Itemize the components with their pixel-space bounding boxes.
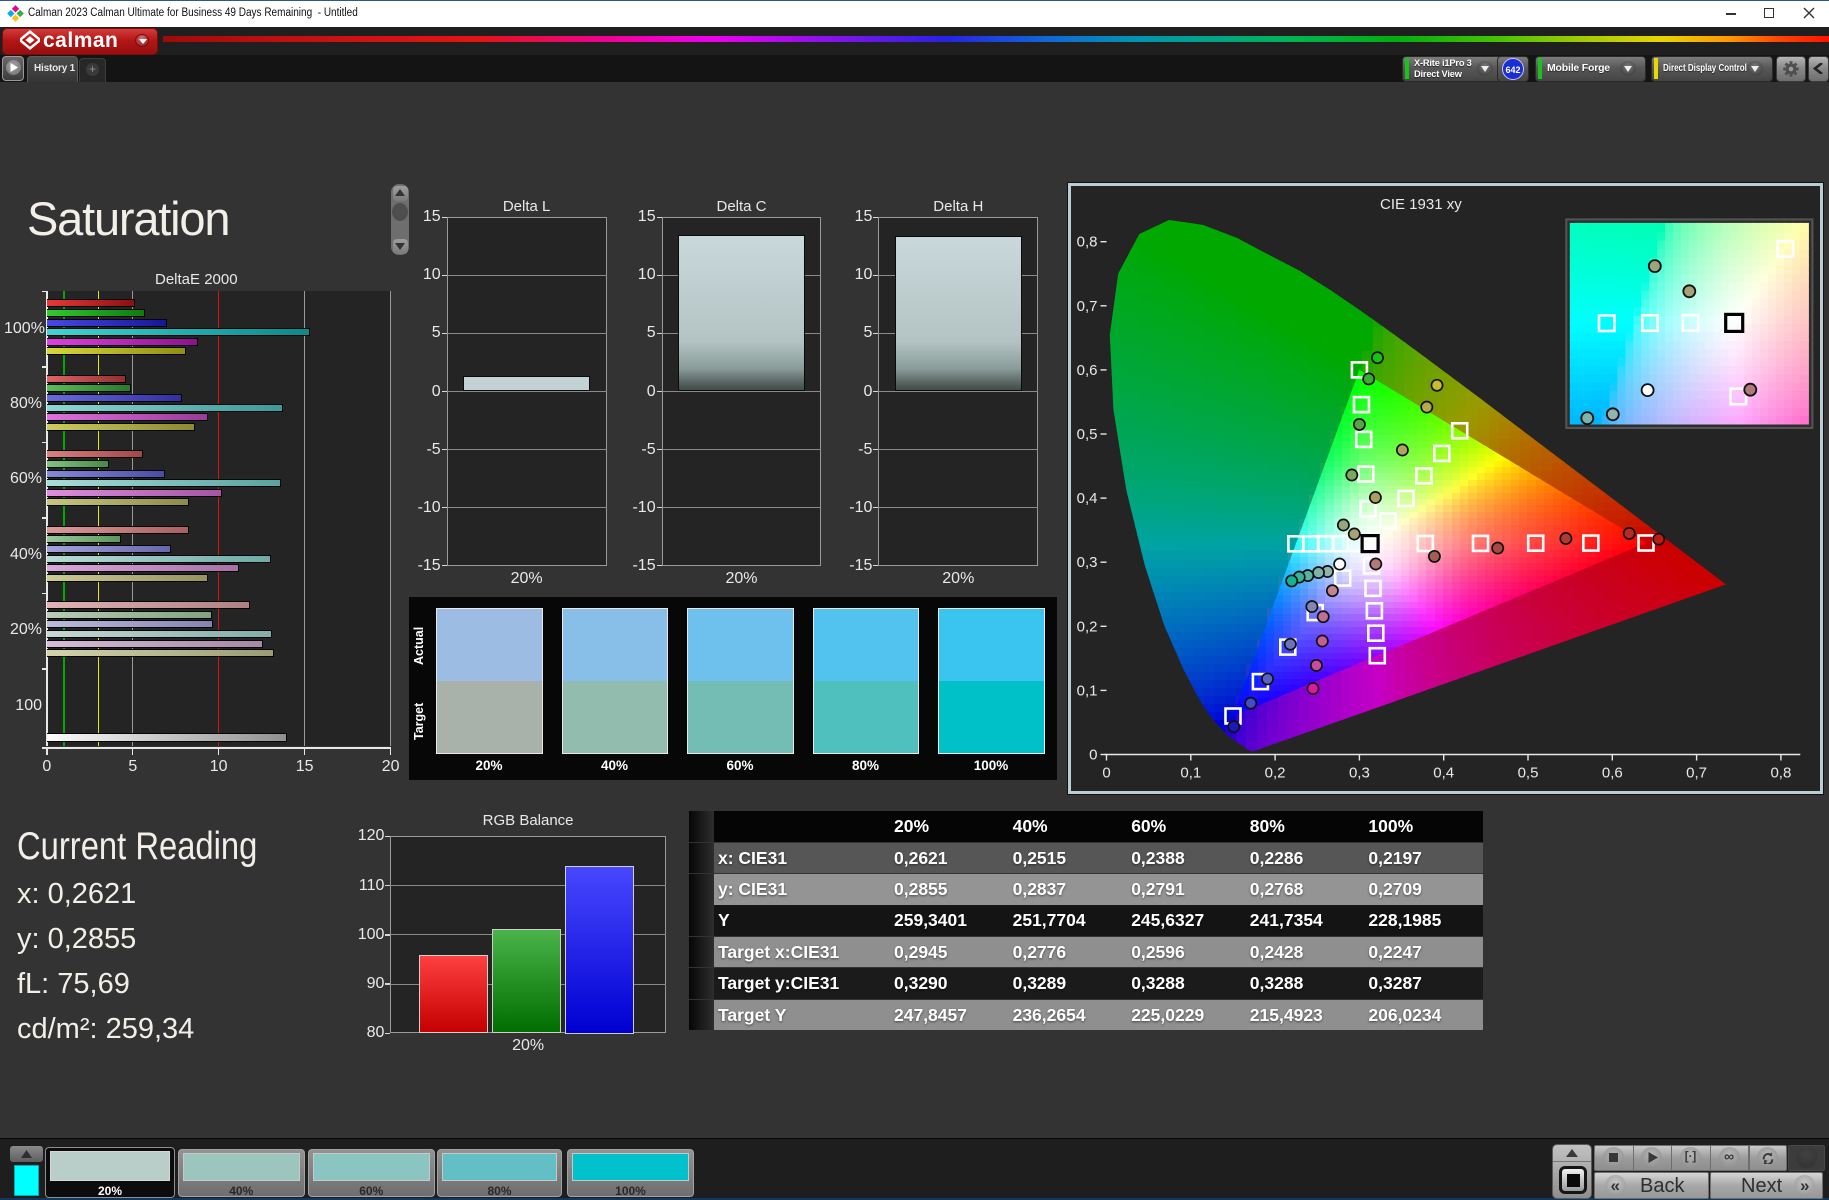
svg-text:0: 0 — [1102, 765, 1110, 782]
svg-text:0,6: 0,6 — [1077, 362, 1098, 379]
svg-text:0,4: 0,4 — [1077, 490, 1098, 507]
svg-text:0,1: 0,1 — [1077, 682, 1098, 699]
svg-text:0,7: 0,7 — [1686, 765, 1707, 782]
svg-text:0,3: 0,3 — [1077, 554, 1098, 571]
svg-text:0,5: 0,5 — [1077, 426, 1098, 443]
svg-text:0,3: 0,3 — [1349, 765, 1370, 782]
svg-text:0,5: 0,5 — [1518, 765, 1539, 782]
svg-text:0,8: 0,8 — [1770, 765, 1791, 782]
svg-text:0,4: 0,4 — [1433, 765, 1454, 782]
svg-text:0,7: 0,7 — [1077, 298, 1098, 315]
svg-text:0,6: 0,6 — [1602, 765, 1623, 782]
svg-text:0: 0 — [1089, 747, 1097, 764]
svg-text:0,2: 0,2 — [1077, 618, 1098, 635]
svg-text:0,8: 0,8 — [1077, 234, 1098, 251]
svg-text:0,2: 0,2 — [1265, 765, 1286, 782]
svg-text:0,1: 0,1 — [1180, 765, 1201, 782]
